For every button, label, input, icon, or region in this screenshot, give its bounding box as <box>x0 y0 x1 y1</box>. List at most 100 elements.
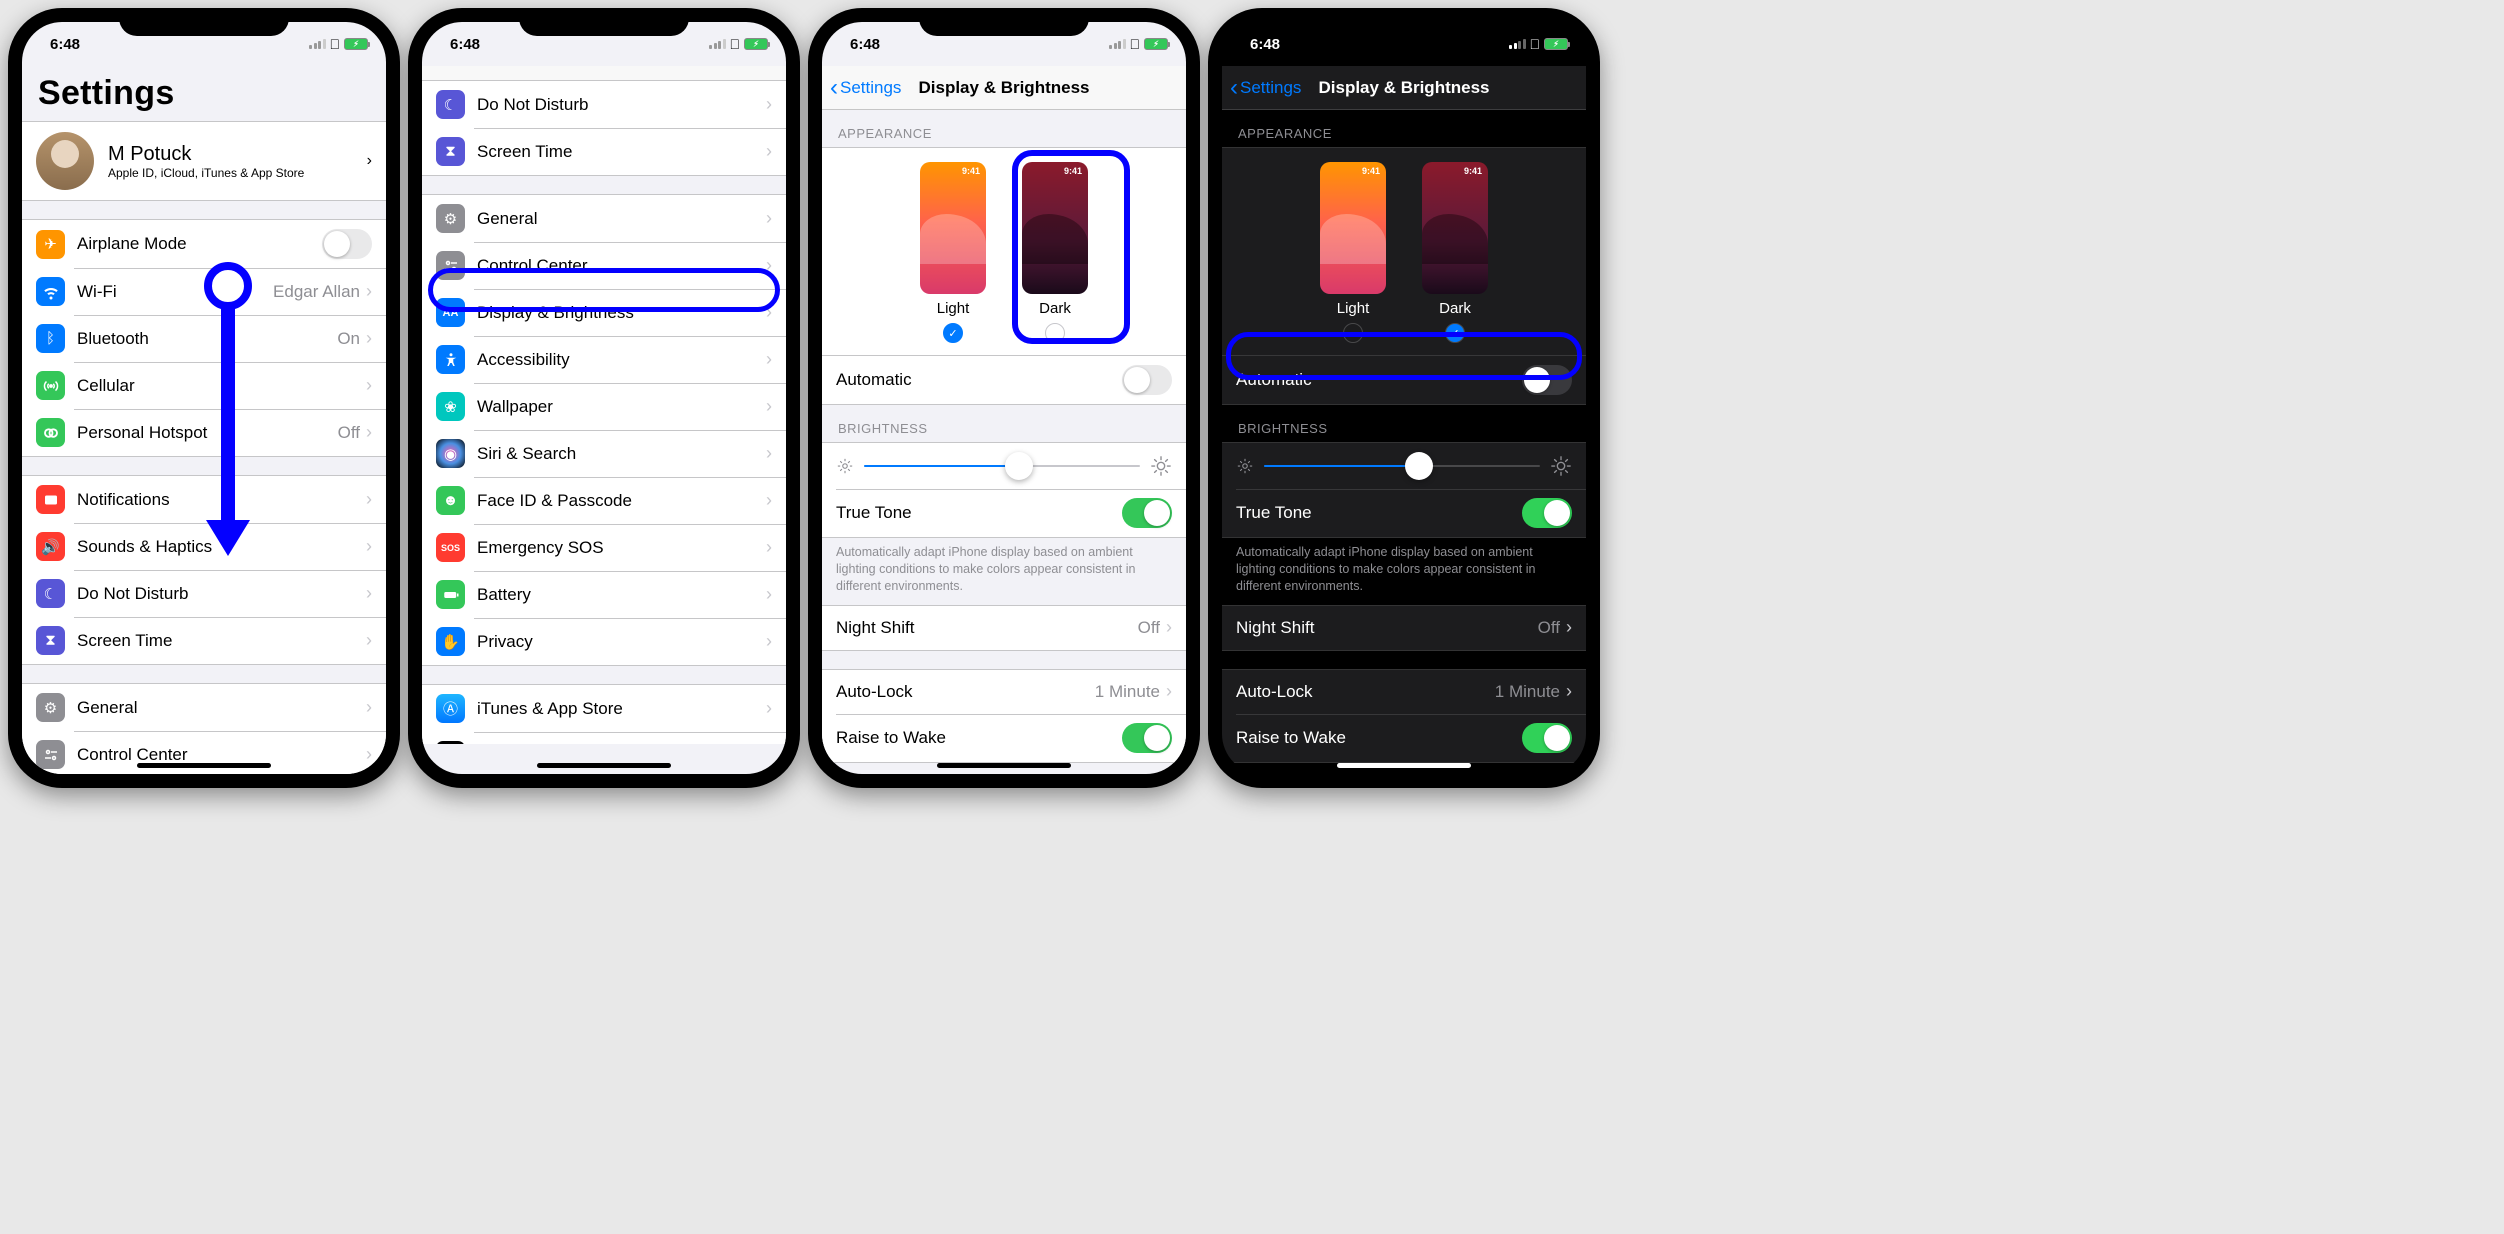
sos-row[interactable]: SOSEmergency SOS› <box>422 524 786 571</box>
sounds-row[interactable]: 🔊 Sounds & Haptics › <box>22 523 386 570</box>
display-content-dark[interactable]: APPEARANCE 9:41 Light 9:41 Dark ✓ Autom <box>1222 110 1586 774</box>
battery-row[interactable]: Battery› <box>422 571 786 618</box>
screentime-row[interactable]: ⧗ Screen Time › <box>422 128 786 175</box>
brightness-header: BRIGHTNESS <box>822 405 1186 442</box>
wifi-icon: 􀙇 <box>1130 36 1141 52</box>
status-time: 6:48 <box>1250 36 1280 53</box>
chevron-right-icon: › <box>366 583 372 604</box>
light-preview: 9:41 <box>1320 162 1386 294</box>
chevron-right-icon: › <box>766 141 772 162</box>
automatic-toggle[interactable] <box>1122 365 1172 395</box>
raise-to-wake-row[interactable]: Raise to Wake <box>822 714 1186 762</box>
raise-to-wake-row[interactable]: Raise to Wake <box>1222 714 1586 762</box>
true-tone-toggle[interactable] <box>1122 498 1172 528</box>
nav-title: Display & Brightness <box>1319 78 1490 98</box>
appearance-dark[interactable]: 9:41 Dark <box>1022 162 1088 343</box>
dnd-row[interactable]: ☾ Do Not Disturb › <box>422 81 786 128</box>
home-indicator[interactable] <box>137 763 271 768</box>
sun-large-icon <box>1150 455 1172 477</box>
chevron-right-icon: › <box>366 489 372 510</box>
settings-scrolled-content[interactable]: ☾ Do Not Disturb › ⧗ Screen Time › ⚙︎Gen… <box>422 80 786 744</box>
page-title: Settings <box>22 66 386 121</box>
status-time: 6:48 <box>850 36 880 53</box>
notch <box>519 8 689 36</box>
chevron-right-icon: › <box>366 422 372 443</box>
faceid-row[interactable]: ☻Face ID & Passcode› <box>422 477 786 524</box>
brightness-header: BRIGHTNESS <box>1222 405 1586 442</box>
cellular-row[interactable]: Cellular › <box>22 362 386 409</box>
annotation-arrow-head <box>206 520 250 556</box>
light-radio[interactable]: ✓ <box>943 323 963 343</box>
true-tone-row[interactable]: True Tone <box>1222 489 1586 537</box>
profile-name: M Potuck <box>108 143 304 166</box>
status-icons: 􀙇 ⚡︎ <box>709 36 768 52</box>
brightness-slider[interactable] <box>864 465 1140 467</box>
auto-lock-row[interactable]: Auto-Lock 1 Minute › <box>822 670 1186 714</box>
appearance-dark[interactable]: 9:41 Dark ✓ <box>1422 162 1488 343</box>
display-content[interactable]: APPEARANCE 9:41 Light ✓ 9:41 Dark Autom <box>822 110 1186 774</box>
brightness-slider-row[interactable] <box>822 443 1186 489</box>
settings-content[interactable]: Settings M Potuck Apple ID, iCloud, iTun… <box>22 66 386 774</box>
back-button[interactable]: ‹Settings <box>1230 76 1301 100</box>
dark-radio[interactable] <box>1045 323 1065 343</box>
light-radio[interactable] <box>1343 323 1363 343</box>
automatic-row[interactable]: Automatic <box>822 355 1186 404</box>
true-tone-toggle[interactable] <box>1522 498 1572 528</box>
auto-lock-row[interactable]: Auto-Lock 1 Minute › <box>1222 670 1586 714</box>
dark-radio[interactable]: ✓ <box>1445 323 1465 343</box>
privacy-row[interactable]: ✋Privacy› <box>422 618 786 665</box>
sun-small-icon <box>1236 457 1254 475</box>
accessibility-icon <box>436 345 465 374</box>
wallet-icon <box>436 741 465 744</box>
automatic-toggle[interactable] <box>1522 365 1572 395</box>
airplane-mode-row[interactable]: ✈︎ Airplane Mode <box>22 220 386 268</box>
brightness-slider[interactable] <box>1264 465 1540 467</box>
true-tone-footnote: Automatically adapt iPhone display based… <box>1222 538 1586 605</box>
nav-title: Display & Brightness <box>919 78 1090 98</box>
screen-4: 6:48 􀙇⚡︎ ‹Settings Display & Brightness … <box>1222 22 1586 774</box>
raise-to-wake-toggle[interactable] <box>1122 723 1172 753</box>
chevron-right-icon: › <box>766 94 772 115</box>
cellular-icon <box>36 371 65 400</box>
brightness-slider-row[interactable] <box>1222 443 1586 489</box>
screen-2: 6:48 􀙇 ⚡︎ Settings ☾ Do Not Disturb › ⧗ … <box>422 22 786 774</box>
display-brightness-row[interactable]: AADisplay & Brightness› <box>422 289 786 336</box>
back-button[interactable]: ‹Settings <box>830 76 901 100</box>
siri-icon: ◉ <box>436 439 465 468</box>
avatar <box>36 132 94 190</box>
appstore-row[interactable]: ⒶiTunes & App Store› <box>422 685 786 732</box>
faceid-icon: ☻ <box>436 486 465 515</box>
automatic-row[interactable]: Automatic <box>1222 355 1586 404</box>
siri-row[interactable]: ◉Siri & Search› <box>422 430 786 477</box>
wallpaper-icon: ❀ <box>436 392 465 421</box>
appearance-light[interactable]: 9:41 Light ✓ <box>920 162 986 343</box>
hourglass-icon: ⧗ <box>436 137 465 166</box>
hotspot-row[interactable]: Personal Hotspot Off › <box>22 409 386 456</box>
hand-icon: ✋ <box>436 627 465 656</box>
general-row[interactable]: ⚙︎General› <box>422 195 786 242</box>
night-shift-row[interactable]: Night Shift Off › <box>822 606 1186 650</box>
dnd-row[interactable]: ☾ Do Not Disturb › <box>22 570 386 617</box>
notifications-row[interactable]: Notifications › <box>22 476 386 523</box>
wallet-row[interactable]: Wallet & Apple Pay› <box>422 732 786 744</box>
wallpaper-row[interactable]: ❀Wallpaper› <box>422 383 786 430</box>
screen-3: 6:48 􀙇⚡︎ ‹Settings Display & Brightness … <box>822 22 1186 774</box>
control-center-row[interactable]: Control Center› <box>422 242 786 289</box>
apple-id-row[interactable]: M Potuck Apple ID, iCloud, iTunes & App … <box>22 121 386 201</box>
general-row[interactable]: ⚙︎ General › <box>22 684 386 731</box>
bluetooth-row[interactable]: ᛒ Bluetooth On › <box>22 315 386 362</box>
airplane-toggle[interactable] <box>322 229 372 259</box>
screentime-row[interactable]: ⧗ Screen Time › <box>22 617 386 664</box>
night-shift-row[interactable]: Night Shift Off › <box>1222 606 1586 650</box>
accessibility-row[interactable]: Accessibility› <box>422 336 786 383</box>
true-tone-row[interactable]: True Tone <box>822 489 1186 537</box>
chevron-right-icon: › <box>1166 617 1172 638</box>
appearance-picker: 9:41 Light ✓ 9:41 Dark <box>822 148 1186 355</box>
notch <box>919 8 1089 36</box>
home-indicator[interactable] <box>537 763 671 768</box>
appearance-light[interactable]: 9:41 Light <box>1320 162 1386 343</box>
raise-to-wake-toggle[interactable] <box>1522 723 1572 753</box>
home-indicator[interactable] <box>937 763 1071 768</box>
wifi-icon: 􀙇 <box>730 36 741 52</box>
home-indicator[interactable] <box>1337 763 1471 768</box>
